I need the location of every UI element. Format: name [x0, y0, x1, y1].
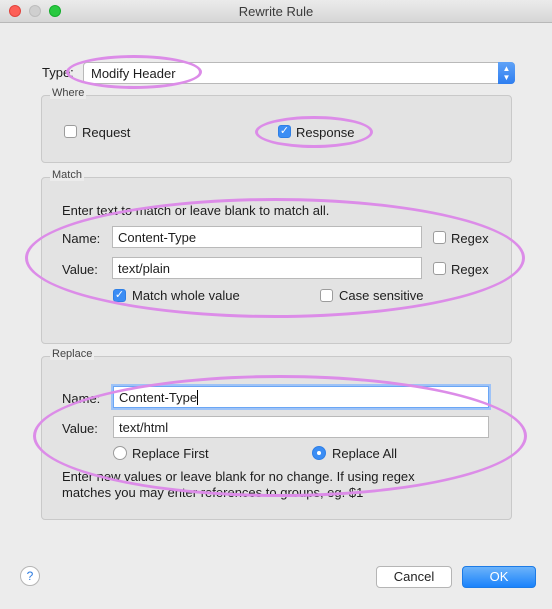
- checkmark-icon: ✓: [279, 125, 290, 137]
- replace-value-input[interactable]: text/html: [113, 416, 489, 438]
- request-checkbox[interactable]: [64, 125, 77, 138]
- match-value-regex-label: Regex: [451, 262, 489, 277]
- replace-first-label: Replace First: [132, 446, 209, 461]
- ok-button[interactable]: OK: [462, 566, 536, 588]
- replace-first-radio[interactable]: [113, 446, 127, 460]
- match-group-title: Match: [50, 169, 84, 181]
- title-bar: Rewrite Rule: [0, 0, 552, 23]
- replace-name-input[interactable]: Content-Type: [113, 386, 489, 408]
- replace-note-line1: Enter new values or leave blank for no c…: [62, 469, 415, 484]
- match-name-regex-checkbox[interactable]: [433, 231, 446, 244]
- match-value-regex-checkbox[interactable]: [433, 262, 446, 275]
- replace-value-label: Value:: [62, 421, 98, 436]
- help-button[interactable]: ?: [20, 566, 40, 586]
- select-arrows-icon: ▲ ▼: [498, 62, 515, 84]
- text-cursor: [197, 390, 199, 405]
- case-sensitive-label: Case sensitive: [339, 288, 424, 303]
- match-name-regex-label: Regex: [451, 231, 489, 246]
- replace-note-line2: matches you may enter references to grou…: [62, 485, 364, 500]
- type-select-value: Modify Header: [91, 66, 176, 81]
- replace-all-radio[interactable]: [312, 446, 326, 460]
- checkmark-icon: ✓: [114, 289, 125, 301]
- match-name-input[interactable]: Content-Type: [112, 226, 422, 248]
- match-instruction: Enter text to match or leave blank to ma…: [62, 203, 330, 218]
- replace-name-label: Name:: [62, 391, 101, 406]
- replace-name-value: Content-Type: [119, 390, 198, 405]
- type-label: Type:: [42, 65, 74, 80]
- where-group-title: Where: [50, 87, 87, 99]
- match-whole-value-checkbox[interactable]: ✓: [113, 289, 126, 302]
- request-label: Request: [82, 125, 131, 140]
- window-title: Rewrite Rule: [238, 4, 314, 19]
- match-value-input[interactable]: text/plain: [112, 257, 422, 279]
- response-checkbox[interactable]: ✓: [278, 125, 291, 138]
- cancel-button[interactable]: Cancel: [376, 566, 452, 588]
- type-select[interactable]: Modify Header ▲ ▼: [83, 62, 515, 84]
- match-name-label: Name:: [62, 231, 101, 246]
- replace-all-label: Replace All: [332, 446, 398, 461]
- match-whole-value-label: Match whole value: [132, 288, 240, 303]
- match-value-label: Value:: [62, 262, 98, 277]
- response-label: Response: [296, 125, 355, 140]
- replace-group-title: Replace: [50, 348, 95, 360]
- rewrite-rule-dialog: Rewrite Rule Type: Modify Header ▲ ▼ Wher…: [0, 0, 552, 609]
- case-sensitive-checkbox[interactable]: [320, 289, 333, 302]
